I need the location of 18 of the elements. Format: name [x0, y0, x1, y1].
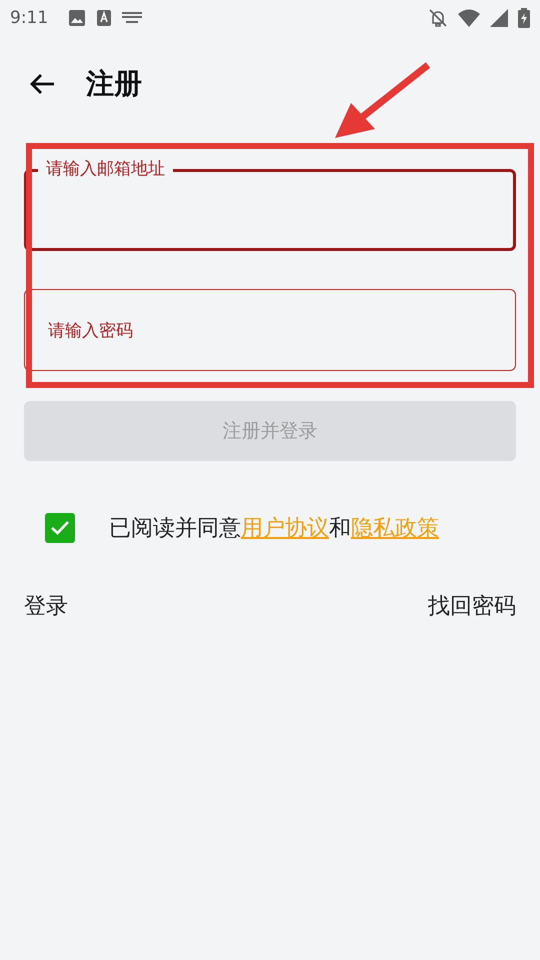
input-field[interactable]: 请输入密码: [24, 277, 516, 371]
back-arrow-icon[interactable]: [29, 73, 55, 95]
recover-password-link[interactable]: 找回密码: [428, 591, 516, 621]
agreement-text: 已阅读并同意用户协议和隐私政策: [109, 515, 439, 543]
battery-icon: [518, 8, 530, 28]
muted-bell-icon: [428, 8, 448, 28]
check-icon: [50, 520, 70, 536]
image-icon: [68, 9, 86, 27]
signal-icon: [490, 9, 508, 27]
checkbox[interactable]: [45, 513, 75, 543]
page-title: 注册: [86, 66, 142, 102]
login-link[interactable]: 登录: [24, 591, 68, 621]
wifi-icon: [458, 9, 480, 27]
keyboard-icon: [122, 12, 142, 24]
placeholder: 请输入密码: [47, 320, 133, 342]
input-field[interactable]: 请输入邮箱地址: [24, 157, 516, 251]
text-icon: [96, 9, 112, 27]
status-time: 9:11: [10, 8, 48, 28]
